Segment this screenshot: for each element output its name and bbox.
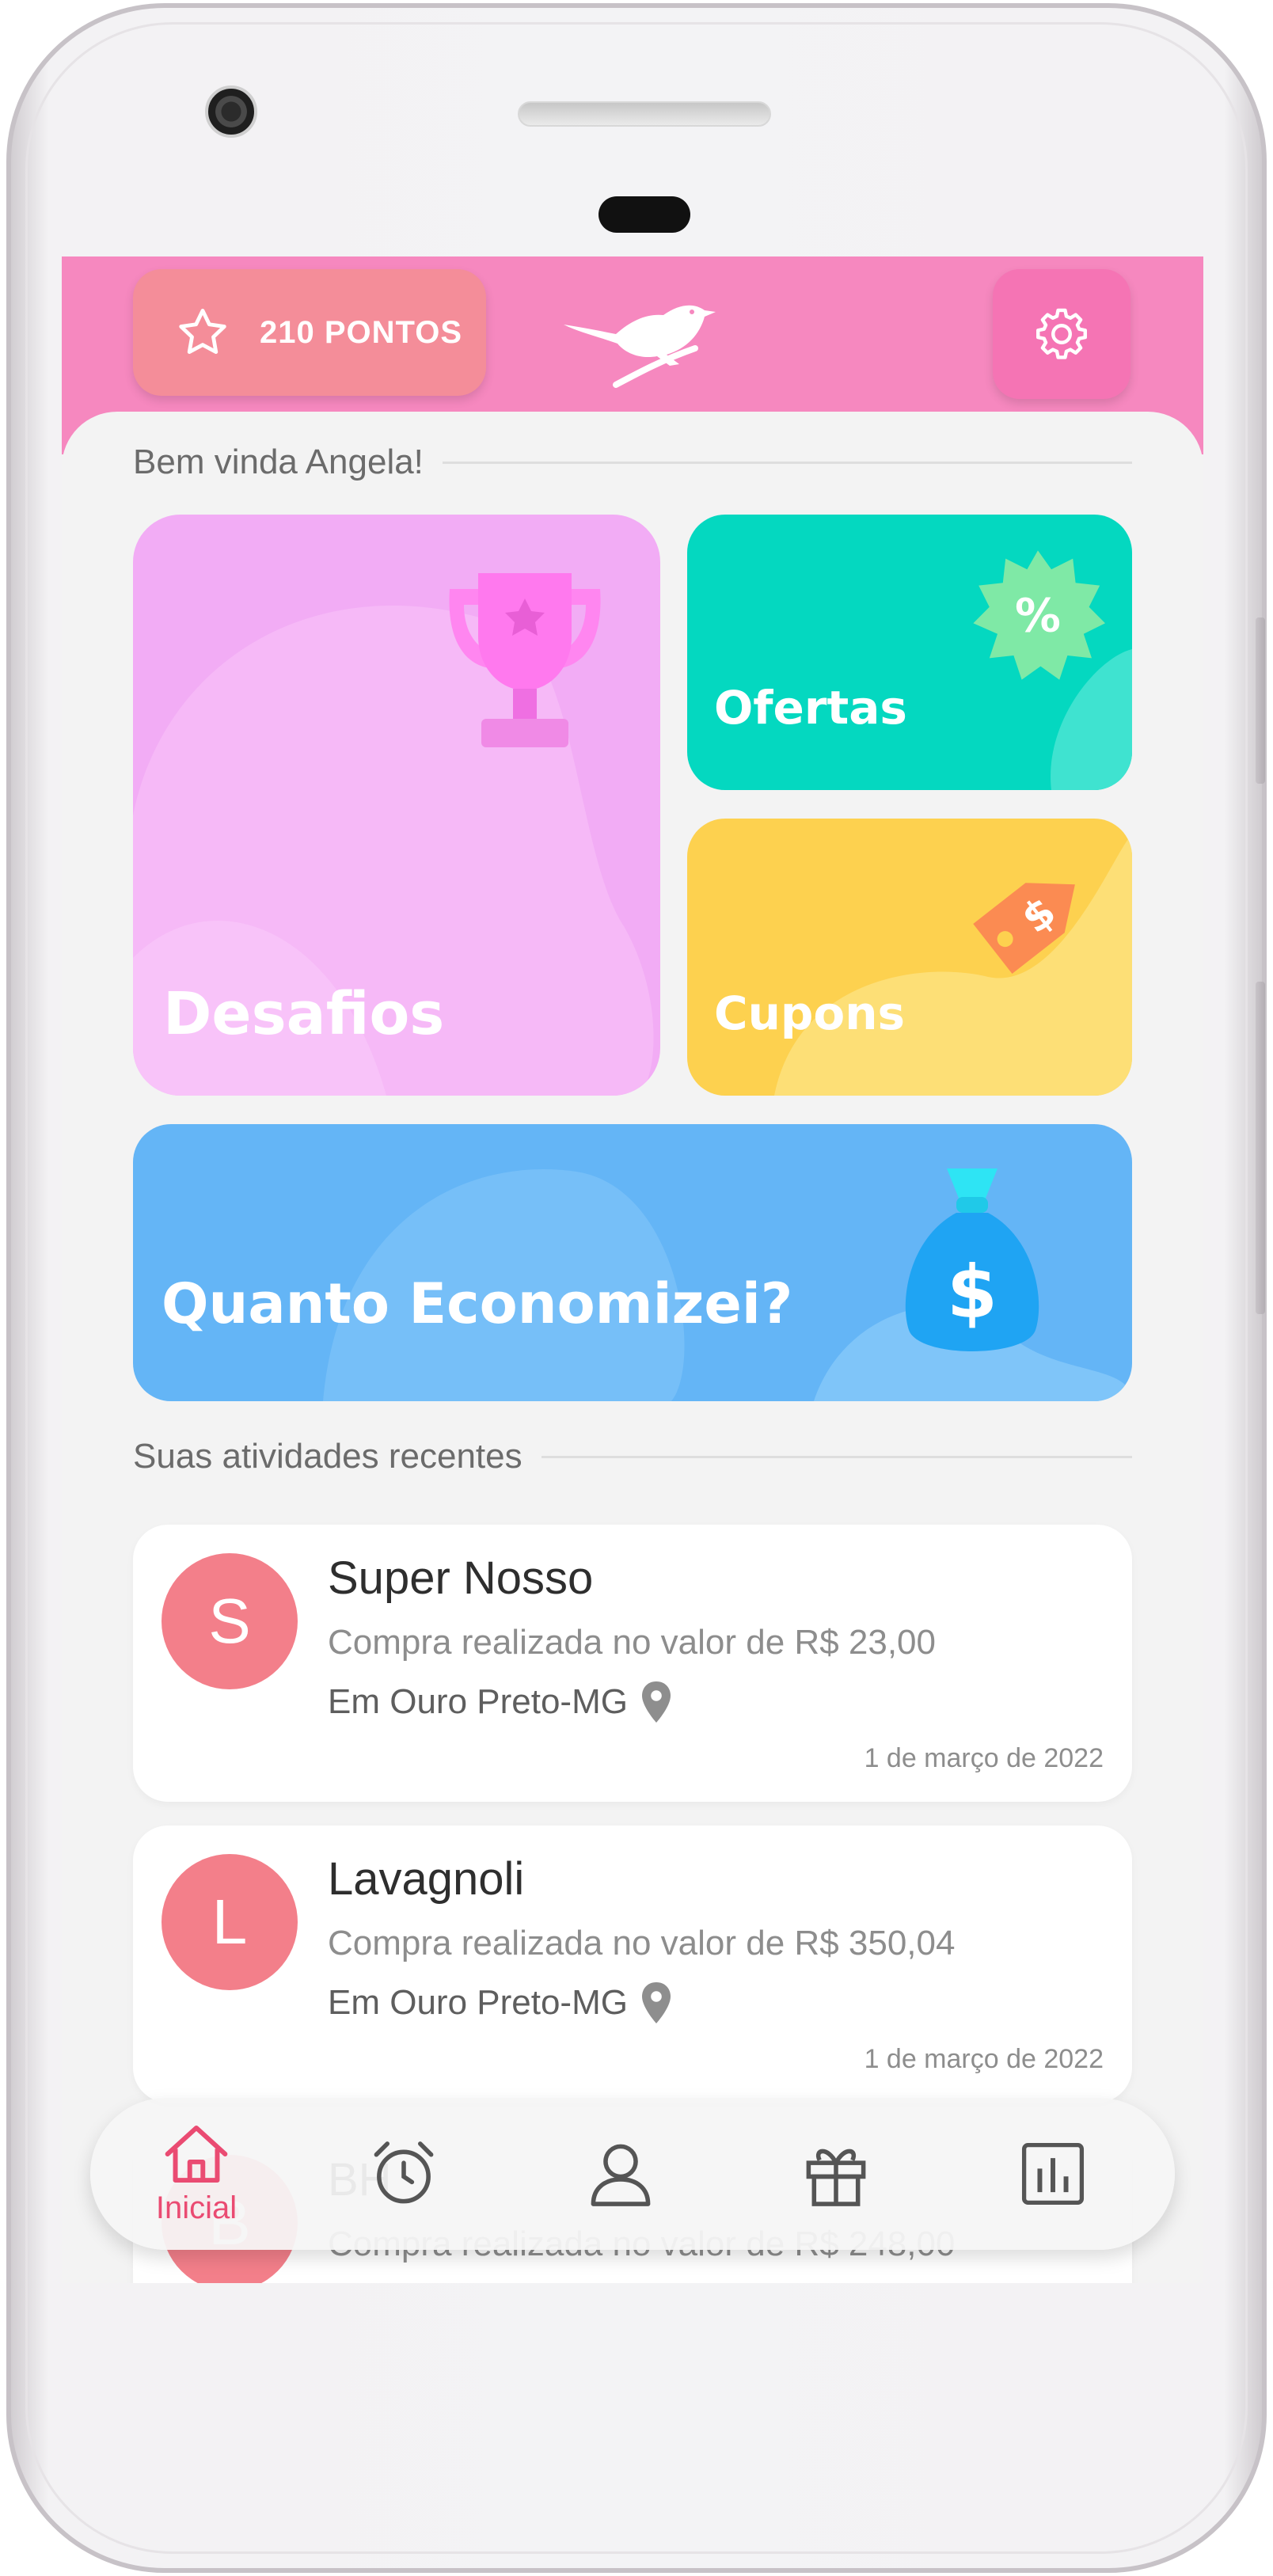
nav-gifts[interactable] <box>757 2098 915 2250</box>
location-text: Em Ouro Preto-MG <box>328 1682 628 1721</box>
price-tag-icon: $ <box>973 883 1075 974</box>
percent-badge-icon: % <box>973 550 1105 680</box>
user-icon <box>591 2144 651 2206</box>
recent-title: Suas atividades recentes <box>133 1437 522 1476</box>
avatar: L <box>162 1854 298 1990</box>
volume-button <box>1256 617 1265 784</box>
activity-item[interactable]: S Super Nosso Compra realizada no valor … <box>133 1525 1132 1802</box>
welcome-header: Bem vinda Angela! <box>133 439 1132 486</box>
nav-profile[interactable] <box>542 2098 700 2250</box>
star-icon <box>179 309 226 354</box>
welcome-text: Bem vinda Angela! <box>133 443 424 481</box>
divider <box>442 461 1132 464</box>
avatar: S <box>162 1553 298 1689</box>
store-name: Lavagnoli <box>328 1853 525 1905</box>
app-screen: 210 PONTOS Bem vinda Angela! Desafios % … <box>62 256 1203 2283</box>
ofertas-label: Ofertas <box>714 681 907 735</box>
recent-header: Suas atividades recentes <box>133 1433 1132 1480</box>
settings-button[interactable] <box>993 269 1130 399</box>
home-icon <box>165 2125 228 2183</box>
front-camera <box>205 85 257 138</box>
desafios-card[interactable]: Desafios <box>133 515 660 1096</box>
economia-card[interactable]: $ Quanto Economizei? <box>133 1124 1132 1401</box>
purchase-description: Compra realizada no valor de R$ 23,00 <box>328 1623 937 1662</box>
content-area: Bem vinda Angela! Desafios % Ofertas $ C… <box>62 412 1203 2283</box>
svg-text:%: % <box>1015 588 1061 642</box>
nav-alarm[interactable] <box>325 2098 483 2250</box>
nav-reports[interactable] <box>974 2098 1132 2250</box>
desafios-label: Desafios <box>163 980 445 1048</box>
activity-date: 1 de março de 2022 <box>864 1743 1104 1773</box>
proximity-sensor <box>598 196 690 233</box>
purchase-description: Compra realizada no valor de R$ 350,04 <box>328 1924 956 1962</box>
nav-home-label: Inicial <box>155 2190 238 2225</box>
activity-item[interactable]: L Lavagnoli Compra realizada no valor de… <box>133 1826 1132 2103</box>
alarm-clock-icon <box>374 2141 434 2204</box>
store-name: Super Nosso <box>328 1552 594 1604</box>
activity-date: 1 de março de 2022 <box>864 2044 1104 2074</box>
divider <box>541 1455 1132 1458</box>
location-row: Em Ouro Preto-MG <box>328 1981 672 2025</box>
points-label: 210 PONTOS <box>260 314 463 350</box>
trophy-icon <box>449 573 601 747</box>
money-bag-icon: $ <box>905 1168 1039 1351</box>
bird-logo <box>564 305 716 388</box>
power-button <box>1256 982 1265 1314</box>
gear-icon <box>1036 308 1087 359</box>
bar-chart-icon <box>1021 2142 1085 2206</box>
points-button[interactable]: 210 PONTOS <box>133 269 486 396</box>
bottom-nav: Inicial <box>90 2098 1175 2250</box>
location-pin-icon <box>641 1982 671 2023</box>
svg-text:$: $ <box>947 1250 998 1335</box>
nav-home[interactable]: Inicial <box>117 2098 276 2250</box>
ofertas-card[interactable]: % Ofertas <box>687 515 1132 790</box>
location-text: Em Ouro Preto-MG <box>328 1983 628 2022</box>
location-pin-icon <box>641 1681 671 1723</box>
gift-icon <box>806 2149 866 2206</box>
earpiece-speaker <box>518 101 771 127</box>
economia-label: Quanto Economizei? <box>162 1271 793 1336</box>
cupons-card[interactable]: $ Cupons <box>687 819 1132 1096</box>
cupons-label: Cupons <box>714 986 906 1040</box>
location-row: Em Ouro Preto-MG <box>328 1680 672 1724</box>
